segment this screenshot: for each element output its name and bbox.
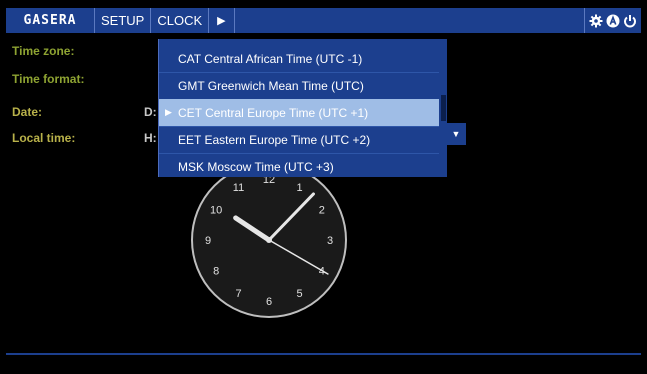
gear-icon[interactable] [589, 14, 603, 28]
clock-number: 9 [205, 235, 211, 247]
top-bar: GASERA SETUP CLOCK ▶ [6, 8, 641, 33]
screen: GASERA SETUP CLOCK ▶ Time zone: Time for… [0, 0, 647, 374]
bottom-divider [6, 353, 641, 355]
timezone-option[interactable]: CAT Central African Time (UTC -1) [159, 45, 439, 73]
timezone-option[interactable]: GMT Greenwich Mean Time (UTC) [159, 72, 439, 100]
time-format-label: Time format: [12, 72, 85, 86]
topbar-icons [584, 8, 641, 33]
timezone-dropdown-list[interactable]: CAT Central African Time (UTC -1) GMT Gr… [158, 39, 447, 177]
time-zone-label: Time zone: [12, 44, 75, 58]
scrollbar-thumb[interactable] [441, 95, 446, 121]
timezone-option-label: CET Central Europe Time (UTC +1) [178, 105, 369, 120]
play-icon: ▶ [217, 15, 226, 27]
power-icon[interactable] [623, 14, 637, 28]
timezone-option[interactable]: MSK Moscow Time (UTC +3) [159, 153, 439, 177]
timezone-option-label: MSK Moscow Time (UTC +3) [178, 159, 334, 174]
timezone-option[interactable]: EET Eastern Europe Time (UTC +2) [159, 126, 439, 154]
dropdown-scrollbar[interactable] [439, 39, 447, 177]
menu-clock[interactable]: CLOCK [151, 8, 210, 33]
clock-number: 6 [266, 296, 272, 308]
time-prefix: H: [144, 131, 157, 145]
play-button[interactable]: ▶ [209, 8, 235, 33]
gasera-logo: GASERA [6, 8, 95, 33]
dropdown-arrow-button[interactable]: ▼ [446, 123, 466, 145]
clock-number: 2 [319, 205, 325, 217]
analog-clock: 121234567891011 [191, 162, 347, 318]
clock-number: 8 [213, 266, 219, 278]
clock-center [266, 237, 272, 243]
timezone-option-label: GMT Greenwich Mean Time (UTC) [178, 78, 364, 93]
clock-number: 10 [210, 205, 222, 217]
selected-marker-icon: ▶ [165, 107, 172, 117]
clock-number: 7 [235, 288, 241, 300]
timezone-option-label: EET Eastern Europe Time (UTC +2) [178, 132, 371, 147]
clock-number: 11 [233, 182, 244, 194]
clock-number: 3 [327, 235, 333, 247]
clock-number: 5 [296, 288, 302, 300]
timezone-option-selected[interactable]: ▶ CET Central Europe Time (UTC +1) [159, 99, 439, 127]
a-circle-icon[interactable] [606, 14, 620, 28]
menu-setup[interactable]: SETUP [95, 8, 152, 33]
date-prefix: D: [144, 105, 157, 119]
clock-number: 1 [296, 182, 302, 194]
chevron-down-icon: ▼ [451, 129, 461, 139]
timezone-option-label: CAT Central African Time (UTC -1) [178, 51, 363, 66]
local-time-label: Local time: [12, 131, 76, 145]
date-label: Date: [12, 105, 43, 119]
